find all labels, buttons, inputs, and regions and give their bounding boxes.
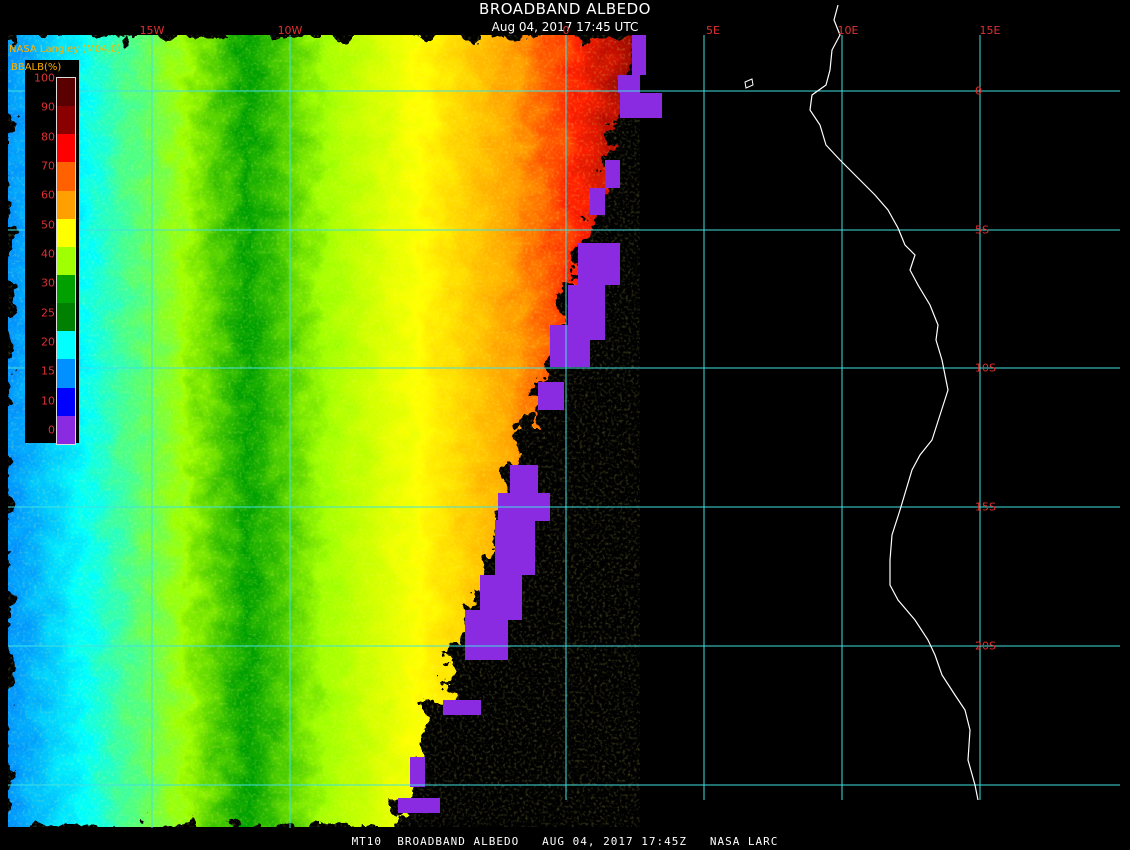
legend-swatch: [57, 78, 75, 107]
legend-swatch: [57, 134, 75, 163]
legend-tick-label: 30: [41, 276, 55, 290]
lat-label-10s: 10S: [975, 361, 996, 375]
legend-swatch: [57, 246, 75, 275]
legend-tick-label: 25: [41, 306, 55, 320]
lat-label-5s: 5S: [975, 223, 989, 237]
lon-label-10w: 10W: [277, 24, 303, 37]
footer-caption: MT10 BROADBAND ALBEDO AUG 04, 2017 17:45…: [351, 835, 779, 848]
legend-swatch: [57, 387, 75, 416]
legend-swatch: [57, 359, 75, 388]
legend-tick-label: 10: [41, 394, 55, 408]
legend-tick-label: 20: [41, 335, 55, 349]
legend-tick-label: 60: [41, 188, 55, 202]
lon-label-15w: 15W: [139, 24, 165, 37]
coastline: [809, 4, 979, 801]
legend-tick-label: 80: [41, 130, 55, 144]
lon-label-15e: 15E: [979, 24, 1001, 37]
lat-label-0: 0: [975, 84, 982, 98]
lat-label-15s: 15S: [975, 500, 996, 514]
map-title: BROADBAND ALBEDO: [479, 0, 651, 18]
legend-tick-label: 15: [41, 364, 55, 378]
color-legend: BBALB(%) 100 90 80 70 60 50 40 30 25 20 15 10 0: [11, 60, 79, 445]
island-outline: [744, 78, 754, 89]
legend-tick-label: 90: [41, 100, 55, 114]
lon-label-10e: 10E: [837, 24, 859, 37]
legend-tick-label: 50: [41, 218, 55, 232]
legend-tick-label: 100: [34, 71, 55, 85]
legend-tick-label: 40: [41, 247, 55, 261]
lon-label-0: 0: [562, 24, 570, 37]
lat-label-20s: 20S: [975, 639, 996, 653]
cloud-field: [8, 35, 640, 827]
legend-swatch: [57, 106, 75, 135]
legend-swatch: [57, 162, 75, 191]
legend-swatch: [57, 274, 75, 304]
legend-swatch: [57, 415, 75, 444]
albedo-map: [8, 4, 1120, 828]
legend-swatch: [57, 218, 75, 247]
legend-colorbar: [56, 77, 76, 445]
legend-swatch: [57, 190, 75, 219]
legend-tick-label: 70: [41, 159, 55, 173]
legend-swatch: [57, 331, 75, 360]
legend-swatch: [57, 303, 75, 332]
legend-tick-label: 0: [48, 423, 55, 437]
brand-label: NASA Langley (M04.0): [9, 44, 121, 55]
lon-label-5e: 5E: [706, 24, 720, 37]
